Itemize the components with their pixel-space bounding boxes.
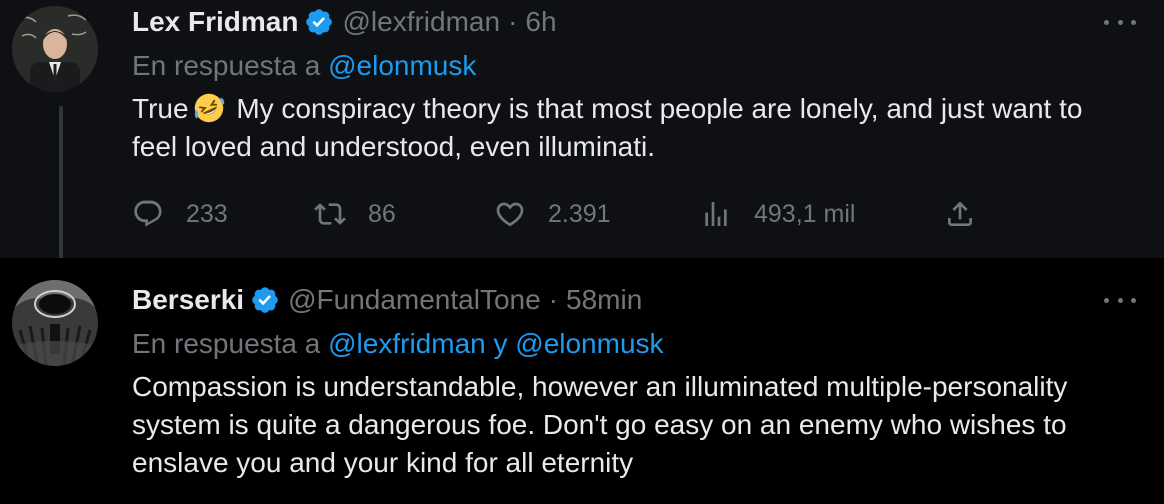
- dot-icon: [1117, 19, 1123, 25]
- reply-prefix: En respuesta a: [132, 50, 321, 81]
- reply-button[interactable]: 233: [132, 192, 228, 236]
- avatar[interactable]: [12, 280, 98, 366]
- dot-icon: [1131, 19, 1136, 25]
- tweet-lexfridman[interactable]: Lex Fridman @lexfridman · 6h En respuest…: [0, 0, 1164, 270]
- reply-count: 233: [186, 199, 228, 228]
- like-count: 2.391: [548, 199, 611, 228]
- retweet-count: 86: [368, 199, 396, 228]
- tweet-text: Compassion is understandable, however an…: [132, 371, 1068, 478]
- display-name[interactable]: Berserki: [132, 284, 244, 316]
- tweet-text-rest: My conspiracy theory is that most people…: [132, 93, 1083, 162]
- heart-icon: [496, 202, 524, 227]
- timestamp[interactable]: 6h: [525, 6, 556, 38]
- views-button[interactable]: 493,1 mil: [700, 192, 855, 236]
- reply-context: En respuesta a @lexfridman y @elonmusk: [132, 328, 664, 360]
- dot-icon: [1104, 297, 1109, 303]
- tweet-text: True My conspiracy theory is that most p…: [132, 90, 1132, 166]
- rolling-on-floor-laughing-emoji-icon: [194, 93, 224, 123]
- separator-dot: ·: [548, 284, 558, 315]
- tweet-fundamentaltone[interactable]: Berserki @FundamentalTone · 58min En res…: [0, 258, 1164, 504]
- dot-icon: [1117, 297, 1123, 303]
- view-count: 493,1 mil: [754, 199, 856, 228]
- share-icon: [948, 201, 972, 226]
- dot-icon: [1104, 19, 1109, 25]
- mention-link[interactable]: @lexfridman y @elonmusk: [328, 328, 663, 359]
- separator-dot: ·: [508, 6, 518, 37]
- username-handle[interactable]: @FundamentalTone: [288, 284, 541, 316]
- display-name[interactable]: Lex Fridman: [132, 6, 298, 38]
- timestamp[interactable]: 58min: [566, 284, 642, 316]
- username-handle[interactable]: @lexfridman: [342, 6, 500, 38]
- more-options-button[interactable]: [1104, 290, 1136, 310]
- tweet-header: Berserki @FundamentalTone · 58min: [132, 280, 642, 320]
- thread-connector-line: [59, 106, 63, 270]
- share-button[interactable]: [944, 192, 998, 236]
- verified-badge-icon: [306, 9, 333, 35]
- tweet-header: Lex Fridman @lexfridman · 6h: [132, 2, 557, 42]
- retweet-icon: [314, 203, 346, 225]
- tweet-text-start: True: [132, 93, 189, 124]
- tweet-actions: 233 86 2.391 493,1 mil: [132, 192, 992, 236]
- more-options-button[interactable]: [1104, 12, 1136, 32]
- reply-icon: [134, 200, 162, 227]
- mention-link[interactable]: @elonmusk: [328, 50, 476, 81]
- reply-prefix: En respuesta a: [132, 328, 321, 359]
- verified-badge-icon: [252, 287, 278, 313]
- reply-context: En respuesta a @elonmusk: [132, 50, 476, 82]
- retweet-button[interactable]: 86: [314, 192, 396, 236]
- like-button[interactable]: 2.391: [494, 192, 611, 236]
- avatar[interactable]: [12, 6, 98, 92]
- dot-icon: [1131, 297, 1136, 303]
- analytics-icon: [705, 202, 727, 226]
